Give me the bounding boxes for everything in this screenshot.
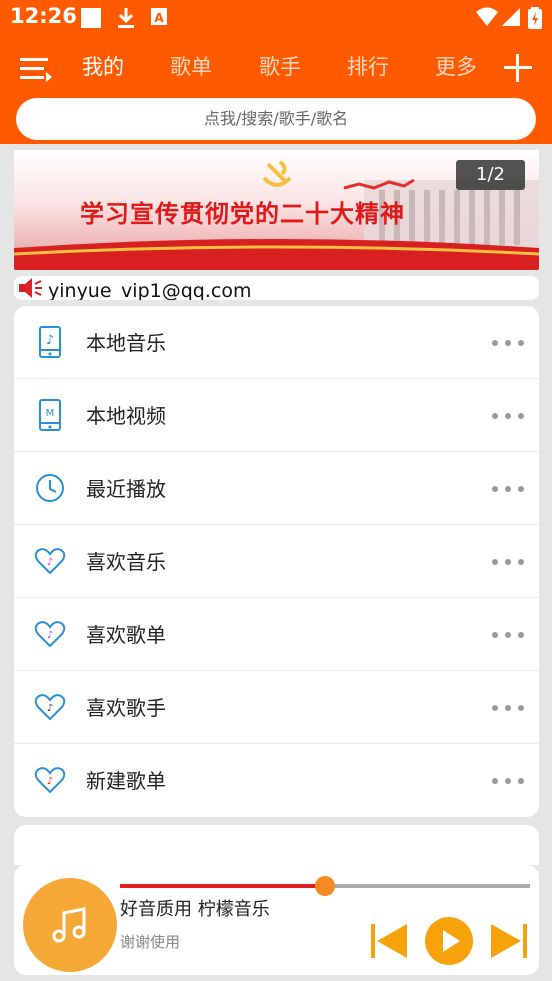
add-icon[interactable] (500, 50, 536, 86)
list-item-label: 喜欢歌单 (86, 623, 166, 647)
list-item-liked-singers[interactable]: ♪ 喜欢歌手 (14, 671, 539, 744)
list-item-new-playlist[interactable]: ♪ 新建歌单 (14, 744, 539, 817)
speaker-icon (19, 278, 42, 298)
list-item-label: 喜欢音乐 (86, 550, 166, 574)
menu-list-icon[interactable] (18, 54, 54, 84)
album-cover[interactable] (23, 878, 117, 972)
heart-icon: ♪ (34, 548, 66, 575)
song-title: 好音质用 柠檬音乐 (120, 899, 270, 920)
status-time: 12:26 (10, 4, 77, 28)
notification-square-icon (81, 8, 101, 28)
heart-icon: ♪ (34, 767, 66, 794)
list-item-label: 最近播放 (86, 477, 166, 501)
svg-text:♪: ♪ (47, 776, 53, 787)
notice-bar: yinyue_vip1@qq.com (14, 276, 539, 300)
list-item-local-music[interactable]: ♪ 本地音乐 (14, 306, 539, 379)
clock-icon (36, 474, 64, 502)
mini-player[interactable]: 好音质用 柠檬音乐 谢谢使用 (14, 865, 539, 975)
previous-track-icon[interactable] (369, 921, 409, 961)
phone-music-icon: ♪ (39, 326, 61, 358)
my-music-list: ♪ 本地音乐 M 本地视频 最近播放 ♪ 喜欢音乐 ♪ 喜欢歌单 ♪ 喜欢歌手 … (14, 306, 539, 817)
svg-text:♪: ♪ (47, 630, 53, 641)
party-emblem-icon (262, 160, 292, 187)
list-item-liked-playlists[interactable]: ♪ 喜欢歌单 (14, 598, 539, 671)
secondary-card (14, 825, 539, 865)
progress-bar[interactable] (120, 876, 530, 896)
tab-playlists[interactable]: 歌单 (170, 51, 212, 81)
list-item-local-video[interactable]: M 本地视频 (14, 379, 539, 452)
app-notification-icon: A (151, 8, 167, 25)
more-dots-icon[interactable] (490, 552, 526, 572)
banner-page-counter: 1/2 (456, 160, 525, 190)
svg-text:A: A (154, 11, 164, 25)
list-item-label: 本地音乐 (86, 331, 166, 355)
tab-mine[interactable]: 我的 (82, 51, 124, 81)
search-input[interactable]: 点我/搜索/歌手/歌名 (16, 98, 536, 140)
svg-text:M: M (46, 408, 55, 419)
heart-icon: ♪ (34, 621, 66, 648)
promo-banner[interactable]: 学习宣传贯彻党的二十大精神 1/2 (14, 150, 539, 270)
tab-singers[interactable]: 歌手 (259, 51, 301, 81)
notice-text: yinyue_vip1@qq.com (48, 280, 252, 300)
signal-icon (502, 8, 520, 26)
list-item-label: 本地视频 (86, 404, 166, 428)
tab-more[interactable]: 更多 (435, 51, 477, 81)
more-dots-icon[interactable] (490, 625, 526, 645)
song-subtitle: 谢谢使用 (120, 933, 181, 951)
svg-text:♪: ♪ (47, 557, 53, 568)
svg-text:♪: ♪ (47, 703, 53, 714)
tab-ranking[interactable]: 排行 (347, 51, 389, 81)
battery-icon (528, 7, 542, 29)
heart-icon: ♪ (34, 694, 66, 721)
download-icon (118, 8, 134, 28)
more-dots-icon[interactable] (490, 479, 526, 499)
more-dots-icon[interactable] (490, 406, 526, 426)
next-track-icon[interactable] (489, 921, 529, 961)
banner-headline: 学习宣传贯彻党的二十大精神 (80, 200, 405, 228)
status-bar: 12:26 A (0, 0, 552, 34)
svg-text:♪: ♪ (46, 333, 54, 348)
wifi-icon (476, 7, 498, 26)
list-item-label: 喜欢歌手 (86, 696, 166, 720)
phone-video-icon: M (39, 399, 61, 431)
progress-fill (120, 884, 325, 888)
more-dots-icon[interactable] (490, 698, 526, 718)
list-item-label: 新建歌单 (86, 769, 166, 793)
list-item-liked-music[interactable]: ♪ 喜欢音乐 (14, 525, 539, 598)
list-item-recent-play[interactable]: 最近播放 (14, 452, 539, 525)
play-icon[interactable] (424, 916, 474, 966)
top-nav-bar: 我的 歌单 歌手 排行 更多 点我/搜索/歌手/歌名 (0, 34, 552, 144)
music-note-icon (52, 907, 86, 943)
more-dots-icon[interactable] (490, 771, 526, 791)
progress-knob[interactable] (315, 876, 335, 896)
more-dots-icon[interactable] (490, 333, 526, 353)
